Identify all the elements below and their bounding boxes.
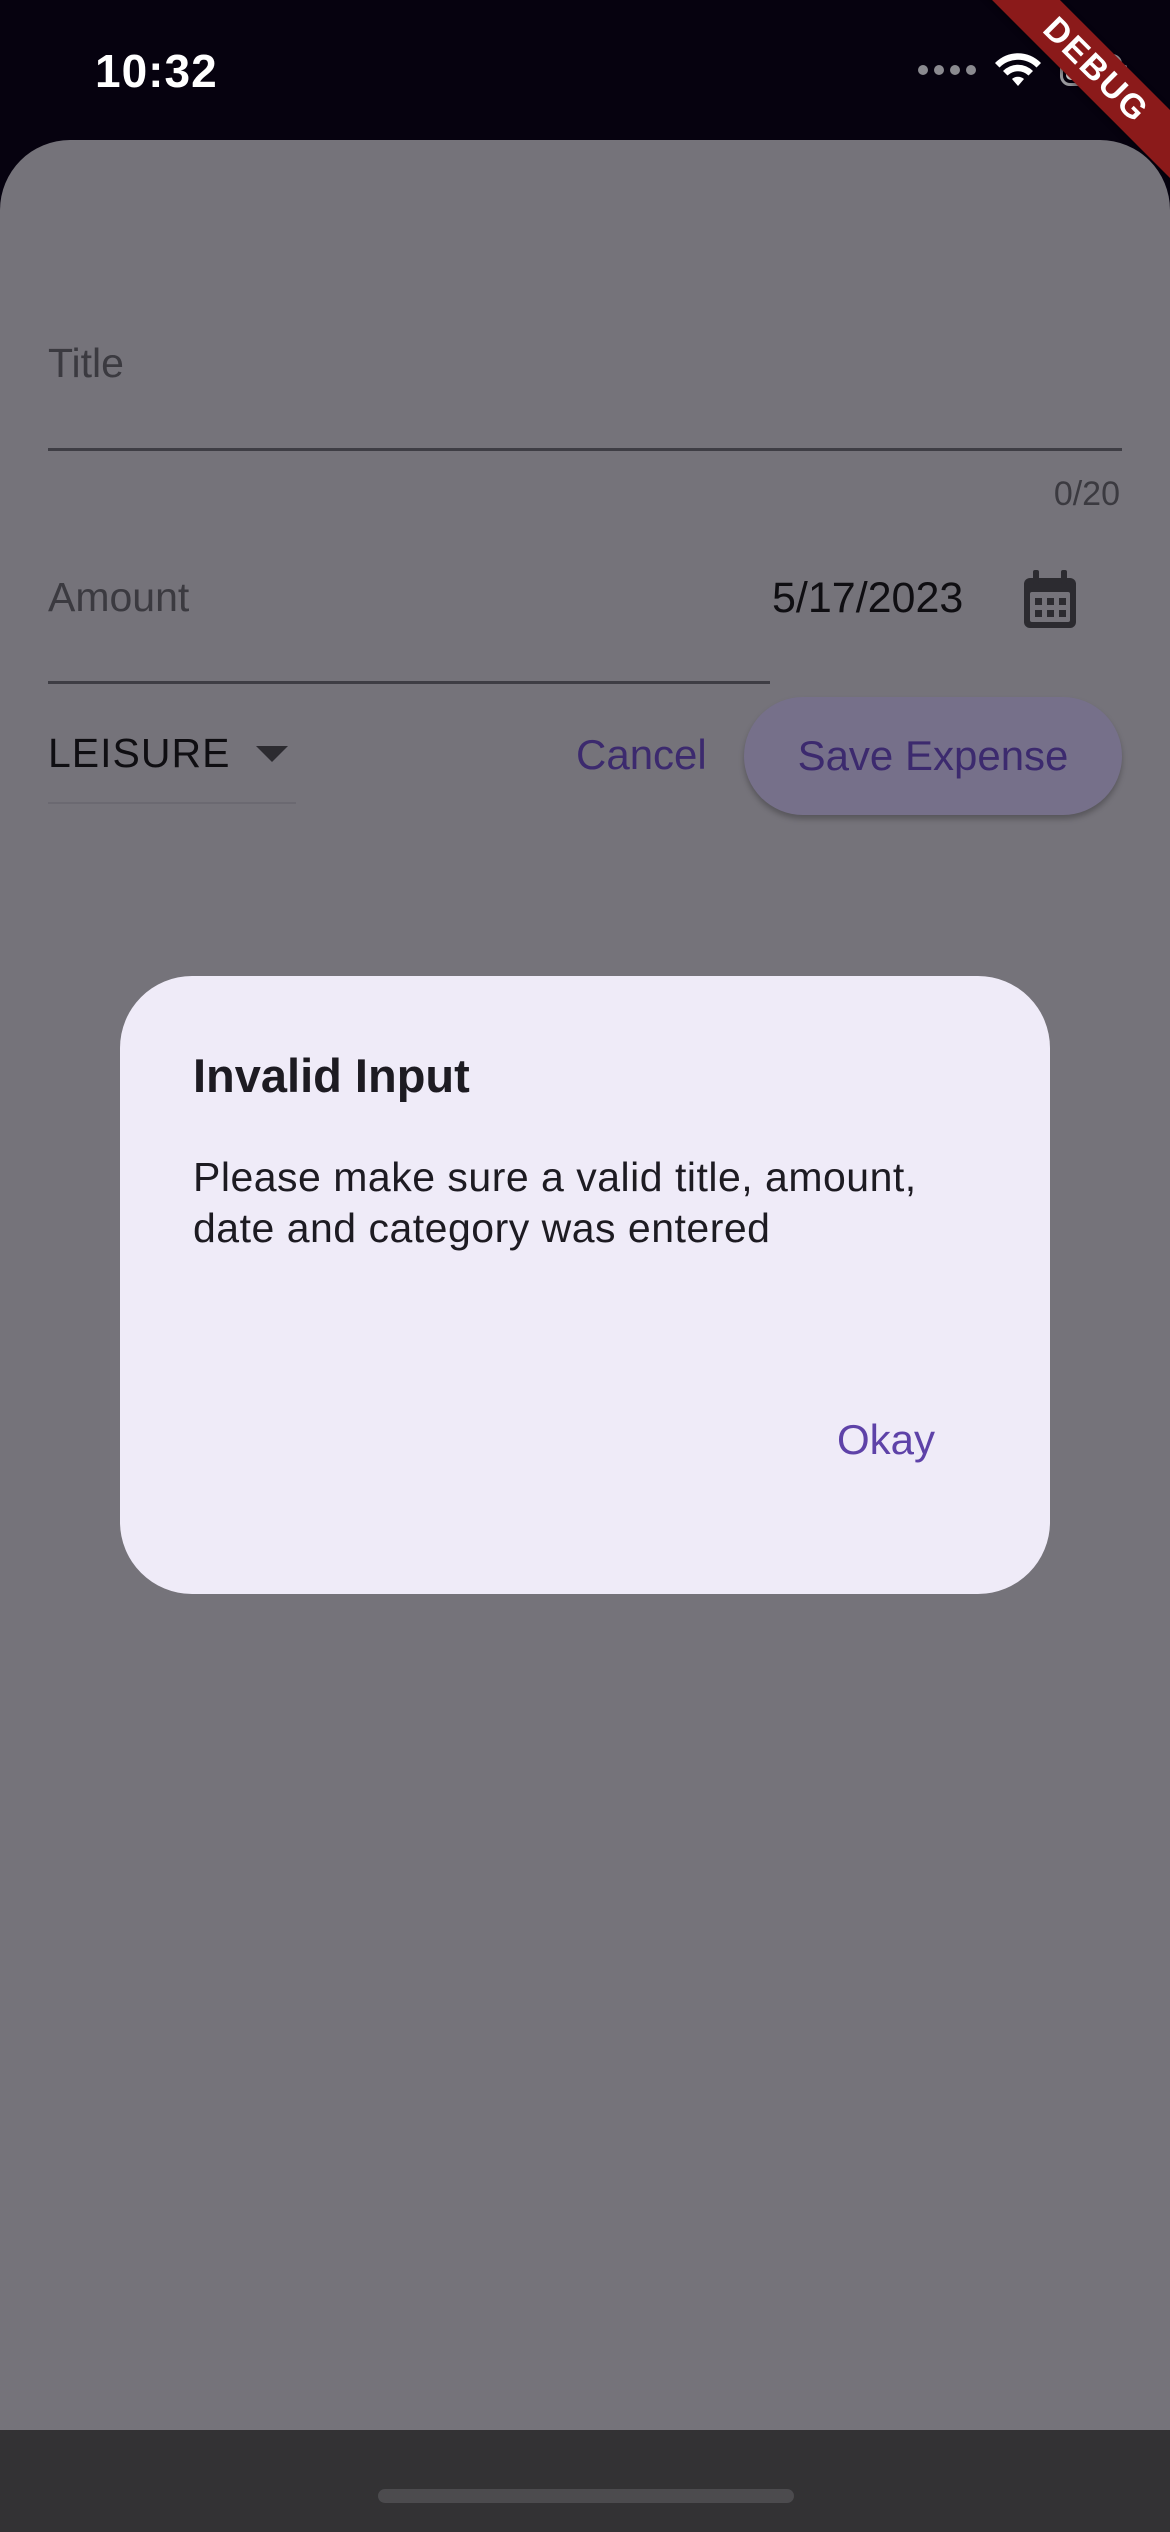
title-char-counter: 0/20	[1053, 475, 1120, 513]
dropdown-caret-icon	[256, 745, 289, 762]
amount-field-label[interactable]: Amount	[48, 574, 189, 621]
status-time: 10:32	[95, 45, 218, 97]
dialog-message: Please make sure a valid title, amount, …	[193, 1154, 917, 1251]
invalid-input-dialog: Invalid Input Please make sure a valid t…	[120, 976, 1050, 1594]
calendar-icon[interactable]	[1020, 568, 1080, 632]
save-expense-button[interactable]: Save Expense	[744, 697, 1122, 815]
category-dropdown[interactable]: LEISURE	[48, 730, 289, 777]
category-value: LEISURE	[48, 730, 231, 776]
amount-field-underline	[48, 681, 770, 684]
wifi-icon	[995, 53, 1041, 86]
selected-date: 5/17/2023	[772, 574, 964, 622]
home-indicator[interactable]	[378, 2489, 794, 2503]
cellular-signal-icon	[918, 65, 976, 75]
cancel-button[interactable]: Cancel	[560, 720, 723, 790]
title-field-underline	[48, 448, 1122, 451]
okay-button[interactable]: Okay	[837, 1416, 935, 1464]
title-field-label[interactable]: Title	[48, 340, 124, 387]
dialog-title: Invalid Input	[193, 1049, 470, 1102]
category-dropdown-underline	[48, 802, 296, 804]
bottom-system-bar	[0, 2430, 1170, 2532]
screen: 10:32 DEBUG Title 0/20 Amount 5/17/2023 …	[0, 0, 1170, 2532]
